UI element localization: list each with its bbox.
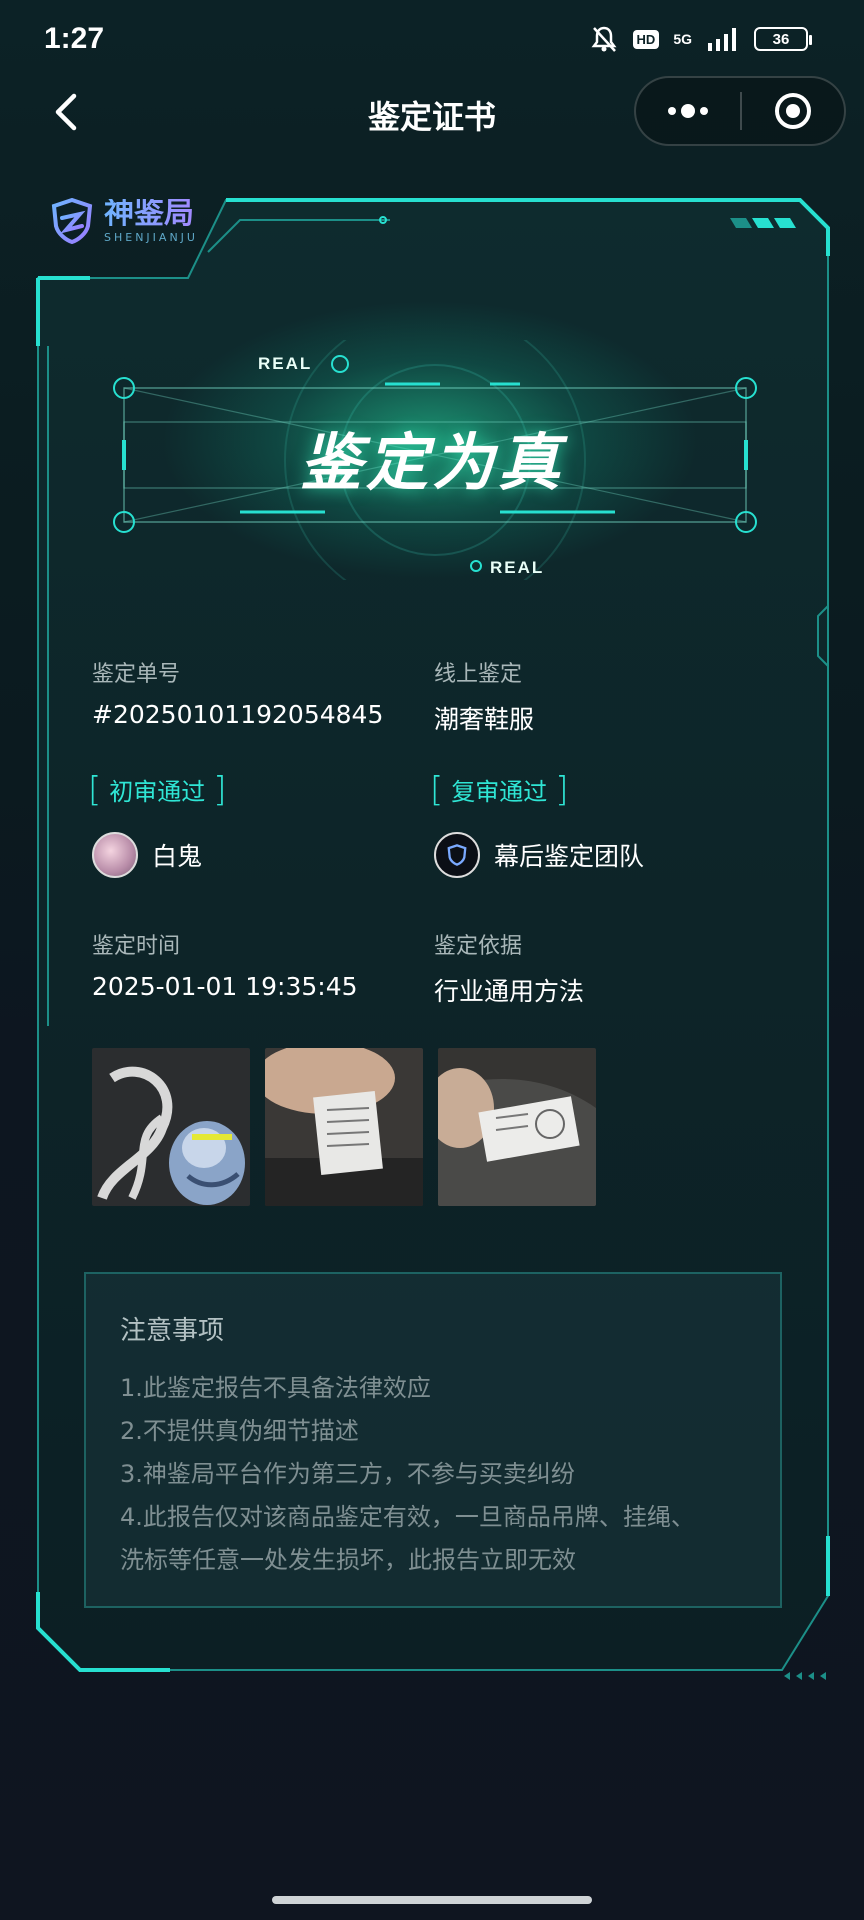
brand-subtitle: SHENJIANJU [104, 230, 198, 244]
notice-line-2: 2.不提供真伪细节描述 [120, 1417, 359, 1445]
first-reviewer: 白鬼 [92, 832, 202, 878]
evidence-photo-3[interactable] [438, 1048, 596, 1206]
bracket-right-icon: ] [213, 769, 227, 810]
status-icons: HD 5G 36 [589, 24, 812, 54]
second-reviewer: 幕后鉴定团队 [434, 832, 644, 878]
shield-logo-icon [447, 844, 467, 866]
mini-program-capsule [634, 76, 846, 146]
appraisal-basis-value: 行业通用方法 [434, 977, 585, 1006]
second-review-label: 复审通过 [451, 778, 548, 806]
bracket-right-icon: ] [555, 769, 569, 810]
appraisal-time-label: 鉴定时间 [92, 934, 181, 959]
order-number-value: #20250101192054845 [92, 700, 384, 729]
shield-logo-icon [51, 198, 93, 244]
appraisal-category-value: 潮奢鞋服 [434, 705, 535, 734]
status-time: 1:27 [44, 22, 105, 55]
brand-name: 神鉴局 [104, 198, 198, 229]
notice-line-1: 1.此鉴定报告不具备法律效应 [120, 1374, 431, 1402]
more-dots-icon [668, 104, 708, 118]
notice-line-5: 洗标等任意一处发生损坏，此报告立即无效 [120, 1546, 576, 1574]
appraisal-time-value: 2025-01-01 19:35:45 [92, 972, 358, 1001]
team-avatar [434, 832, 480, 878]
more-menu-button[interactable] [636, 78, 740, 144]
reviewer-avatar [92, 832, 138, 878]
notice-line-3: 3.神鉴局平台作为第三方，不参与买卖纠纷 [120, 1460, 575, 1488]
second-review-tag: [ 复审通过 ] [430, 772, 569, 807]
real-tag-top: REAL [258, 354, 313, 373]
brand-logo: 神鉴局 SHENJIANJU [48, 198, 198, 244]
target-close-icon [774, 93, 811, 129]
signal-icon [708, 28, 736, 51]
bracket-left-icon: [ [430, 769, 444, 810]
home-indicator[interactable] [272, 1896, 592, 1904]
mute-notification-icon [591, 26, 617, 52]
first-review-label: 初审通过 [109, 778, 206, 806]
network-label: 5G [673, 31, 692, 47]
battery-indicator: 36 [754, 27, 812, 51]
bracket-left-icon: [ [88, 769, 102, 810]
evidence-photo-2[interactable] [265, 1048, 423, 1206]
real-tag-bottom: REAL [490, 558, 545, 577]
second-reviewer-name: 幕后鉴定团队 [494, 842, 645, 871]
hd-badge: HD [632, 29, 660, 49]
evidence-photo-1[interactable] [92, 1048, 250, 1206]
appraisal-basis-label: 鉴定依据 [434, 934, 523, 959]
first-review-tag: [ 初审通过 ] [88, 772, 227, 807]
notice-panel: 注意事项 1.此鉴定报告不具备法律效应 2.不提供真伪细节描述 3.神鉴局平台作… [84, 1272, 782, 1608]
close-mini-program-button[interactable] [742, 78, 844, 144]
battery-level: 36 [772, 30, 790, 48]
authentic-result-title: 鉴定为真 [299, 426, 564, 499]
notice-line-4: 4.此报告仅对该商品鉴定有效，一旦商品吊牌、挂绳、 [120, 1503, 695, 1531]
order-number-label: 鉴定单号 [92, 662, 181, 687]
first-reviewer-name: 白鬼 [152, 842, 203, 871]
appraisal-type-label: 线上鉴定 [434, 662, 523, 687]
notice-title: 注意事项 [120, 1316, 225, 1346]
